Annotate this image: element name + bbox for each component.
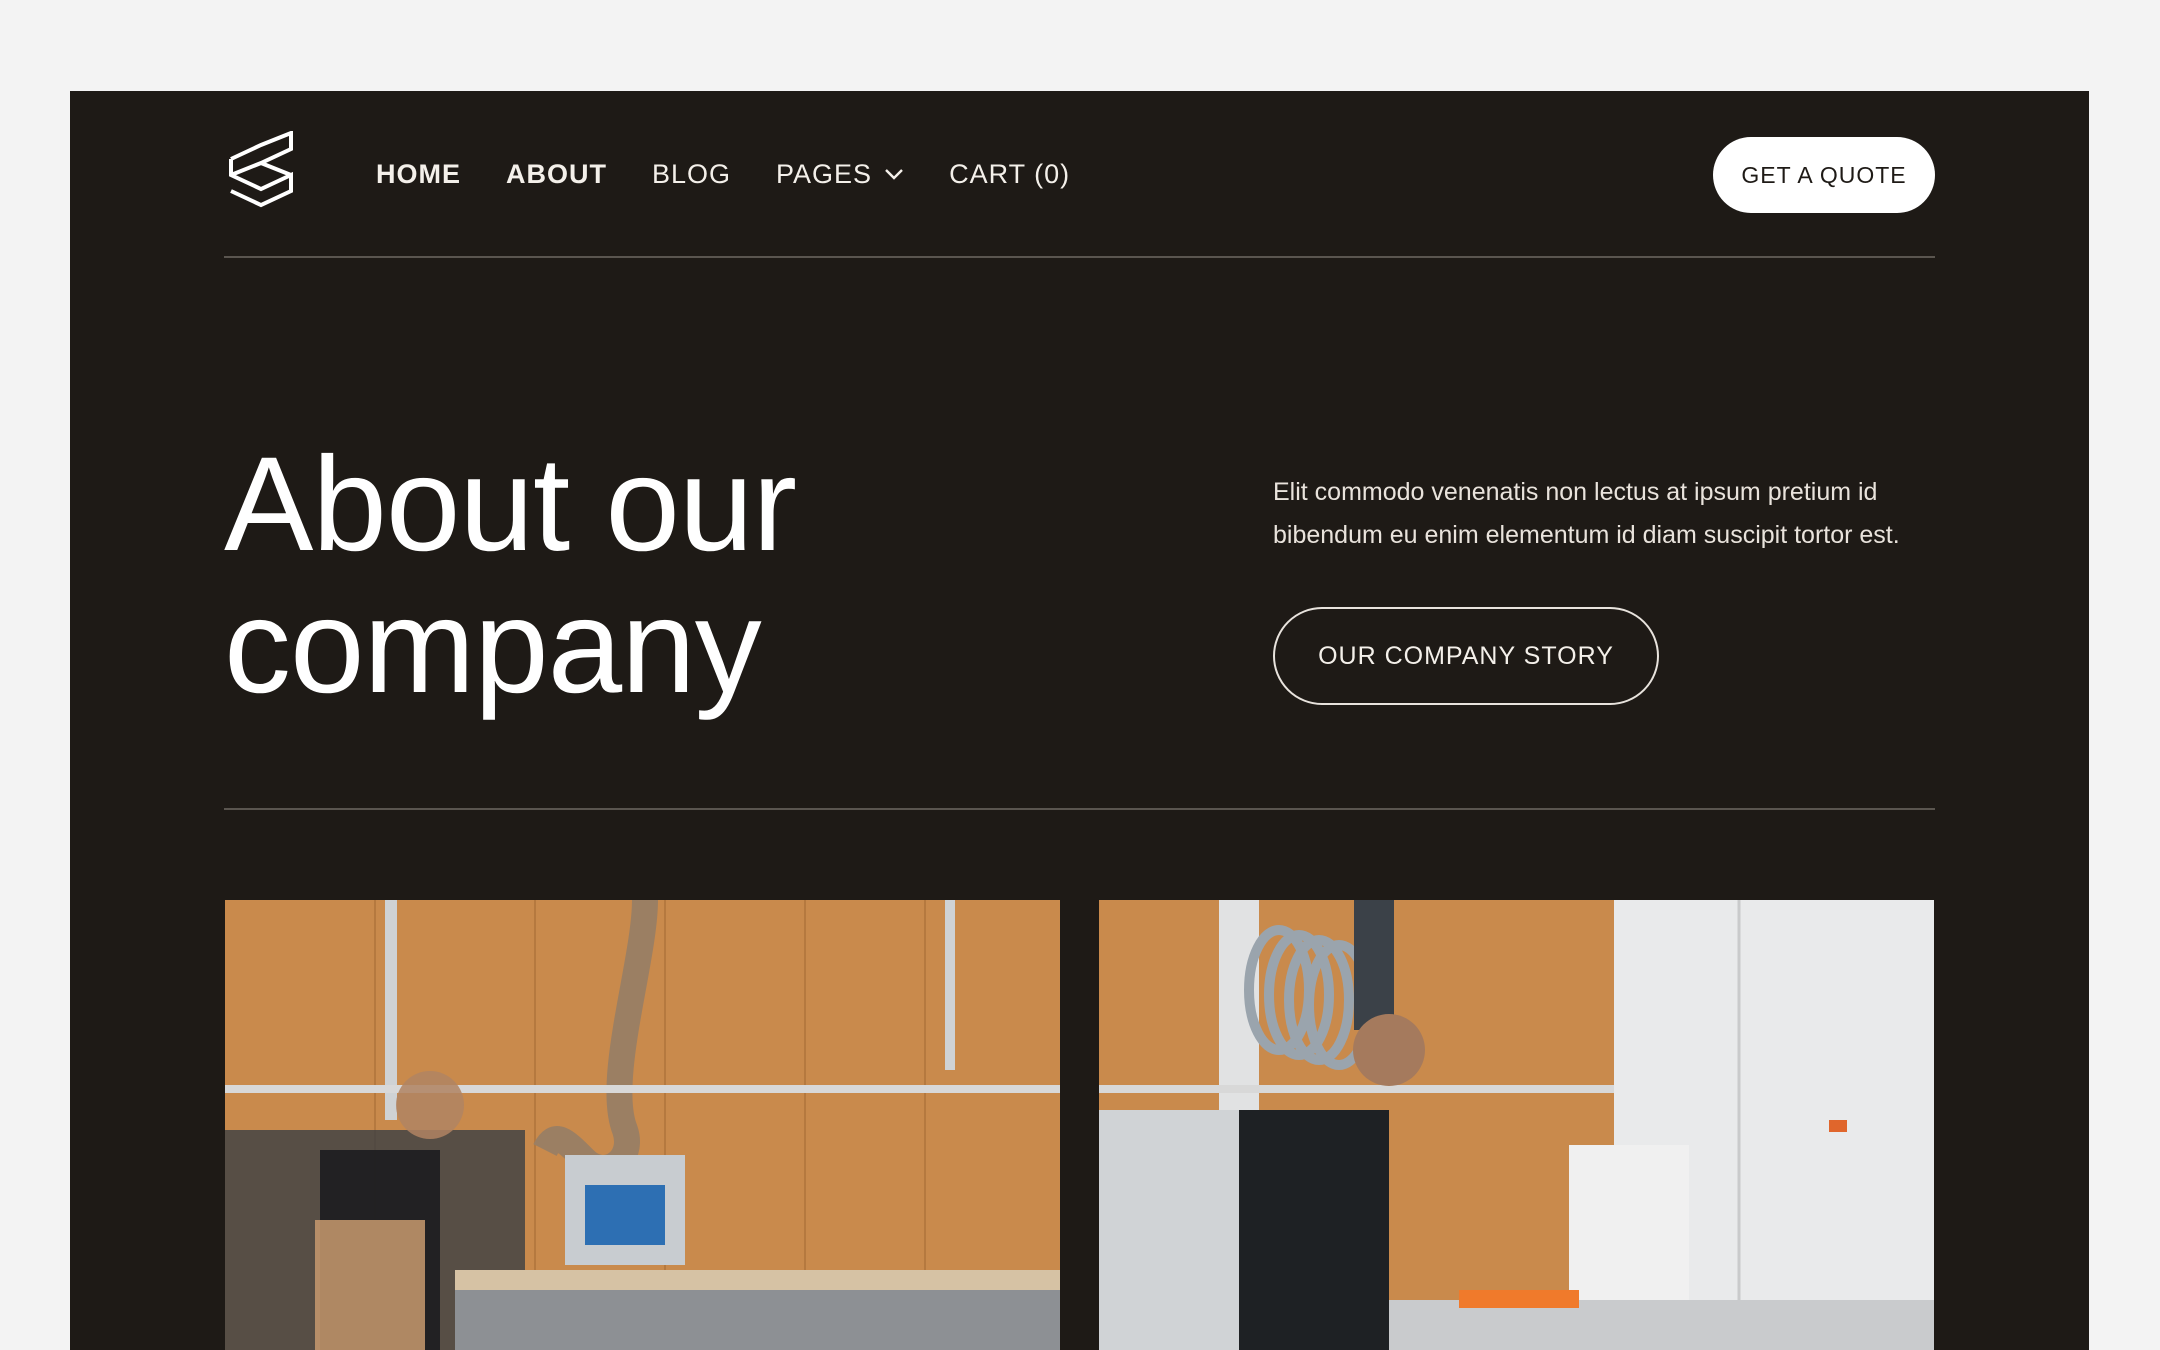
nav-link-blog[interactable]: BLOG [652,159,731,190]
page-title-line-1: About our [224,430,797,579]
nav-link-pages-label: PAGES [776,158,873,189]
nav-links: HOME ABOUT BLOG PAGES CART (0) [376,91,1115,257]
page-title: About our company [224,434,944,718]
header-divider [224,256,1935,258]
workshop-photo-right [1099,900,1934,1350]
stacked-boxes-logo-icon[interactable] [227,131,295,211]
hero-description: Elit commodo venenatis non lectus at ips… [1273,478,1900,549]
nav-link-pages[interactable]: PAGES [776,159,904,190]
page-frame: HOME ABOUT BLOG PAGES CART (0) GET A QUO… [70,91,2089,1350]
main-navigation: HOME ABOUT BLOG PAGES CART (0) GET A QUO… [70,91,2089,257]
nav-link-home[interactable]: HOME [376,159,461,190]
workshop-photo-left [225,900,1060,1350]
our-company-story-button[interactable]: OUR COMPANY STORY [1273,607,1659,705]
chevron-down-icon [885,169,903,180]
page-title-line-2: company [224,572,762,721]
nav-link-about[interactable]: ABOUT [506,159,607,190]
nav-link-cart[interactable]: CART (0) [949,159,1070,190]
section-divider [224,808,1935,810]
get-a-quote-button[interactable]: GET A QUOTE [1713,137,1935,213]
